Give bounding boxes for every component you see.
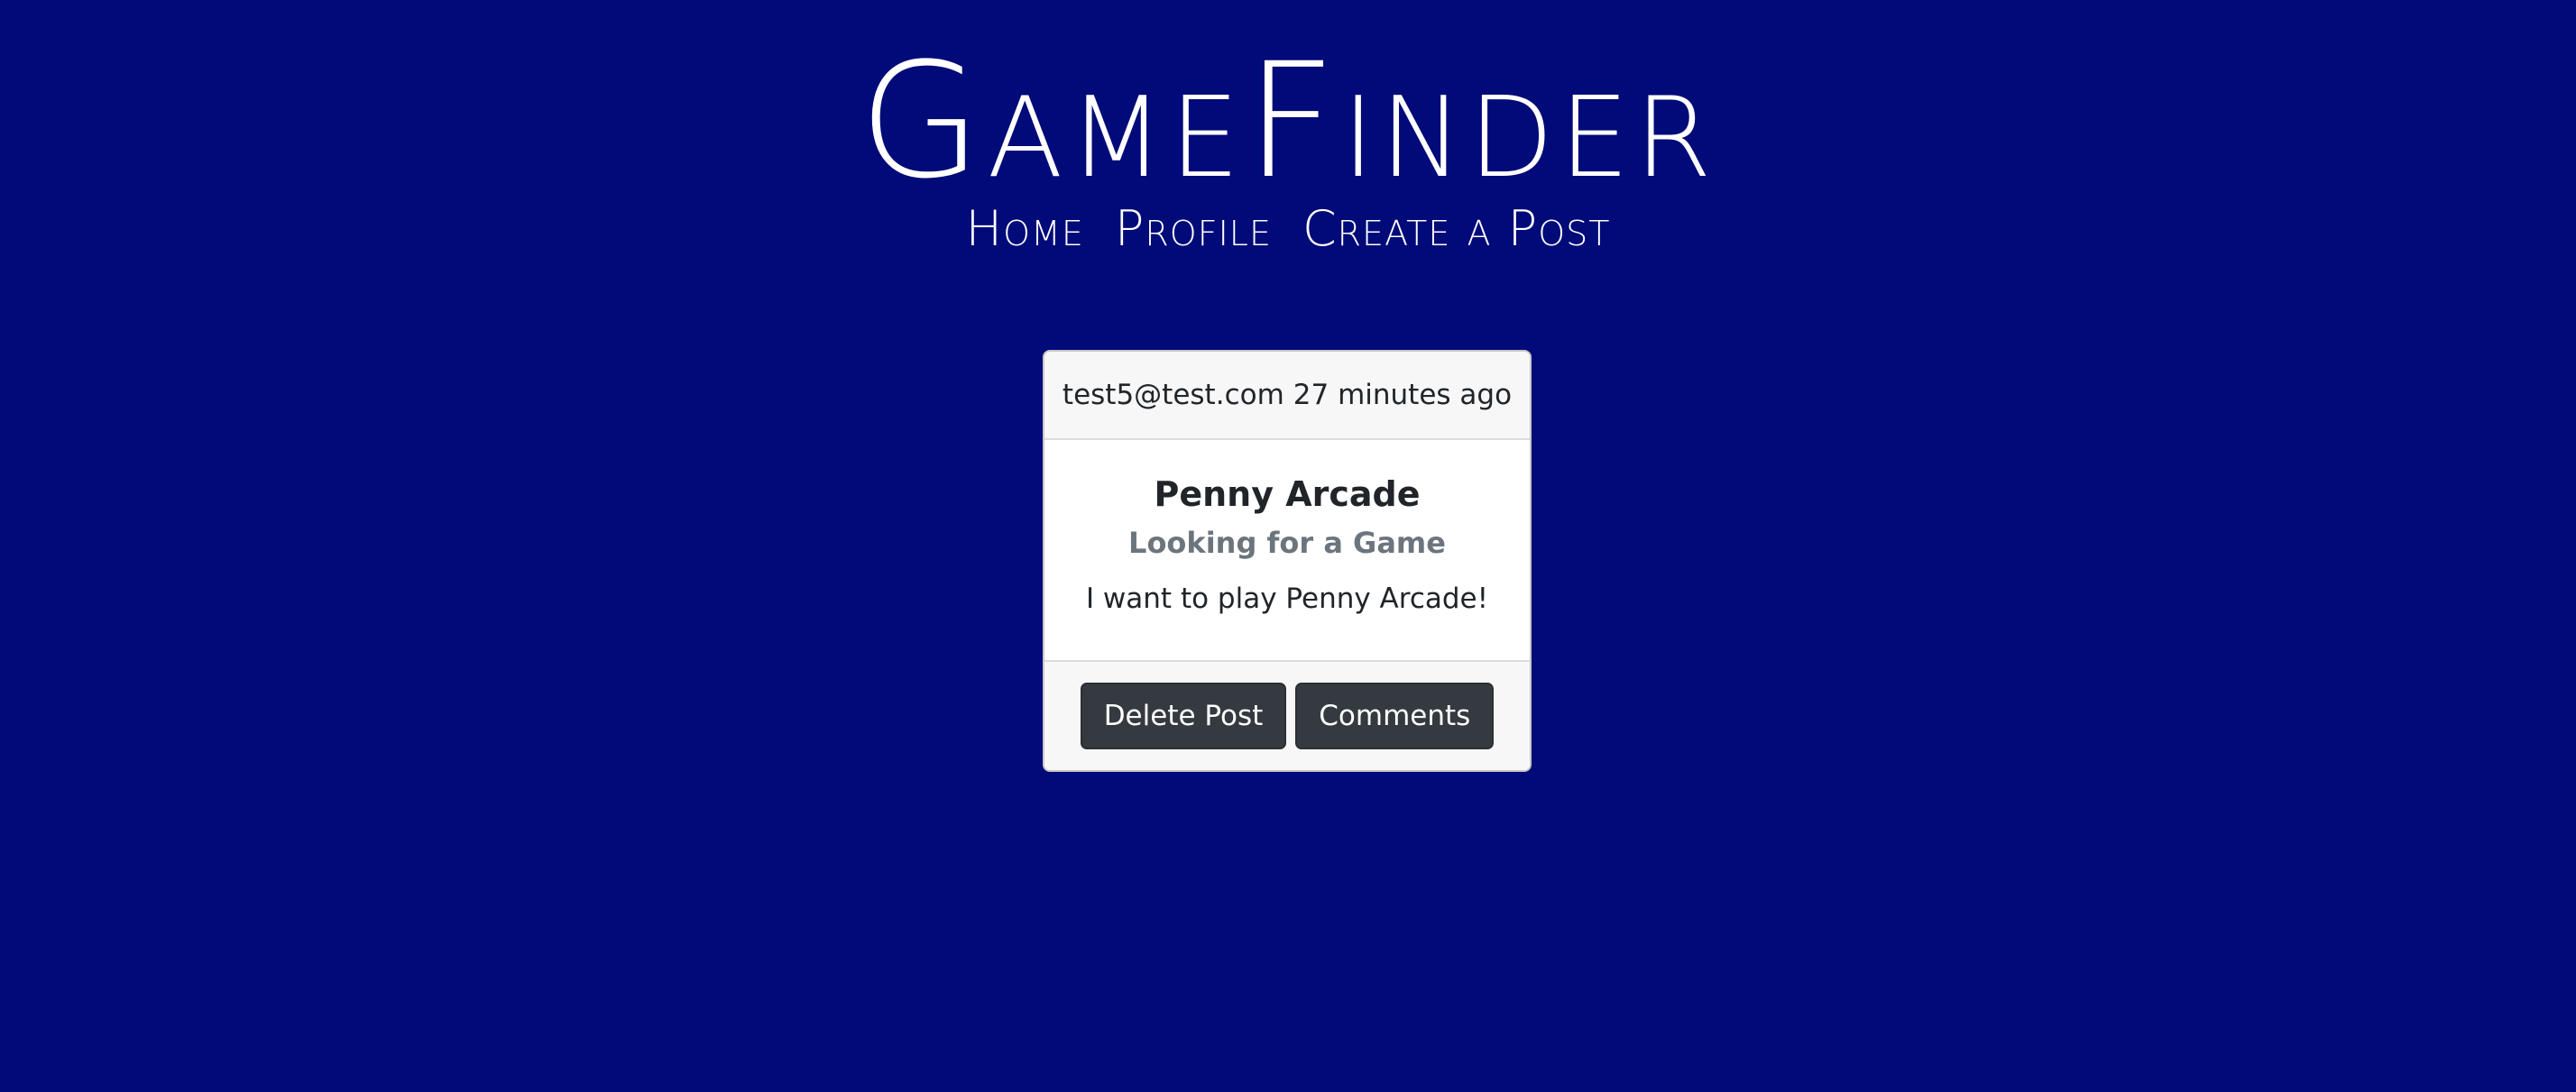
post-author: test5@test.com: [1062, 379, 1284, 411]
site-logo[interactable]: GameFinder: [0, 36, 2576, 207]
post-card-header: test5@test.com 27 minutes ago: [1044, 352, 1530, 440]
nav-link-profile[interactable]: Profile: [1115, 200, 1272, 258]
post-card-footer: Delete Post Comments: [1044, 660, 1530, 770]
post-card: test5@test.com 27 minutes ago Penny Arca…: [1043, 350, 1532, 772]
nav-link-home[interactable]: Home: [966, 200, 1084, 258]
delete-post-button[interactable]: Delete Post: [1080, 683, 1287, 749]
post-title: Penny Arcade: [1154, 474, 1421, 514]
main-nav: Home Profile Create a Post: [0, 200, 2576, 258]
post-subtitle: Looking for a Game: [1128, 526, 1446, 560]
post-card-body: Penny Arcade Looking for a Game I want t…: [1044, 440, 1530, 660]
post-body-text: I want to play Penny Arcade!: [1085, 583, 1489, 615]
comments-button[interactable]: Comments: [1295, 683, 1495, 749]
page: GameFinder Home Profile Create a Post te…: [0, 0, 2576, 1092]
nav-link-create-post[interactable]: Create a Post: [1302, 200, 1611, 258]
post-timestamp: 27 minutes ago: [1293, 379, 1513, 411]
